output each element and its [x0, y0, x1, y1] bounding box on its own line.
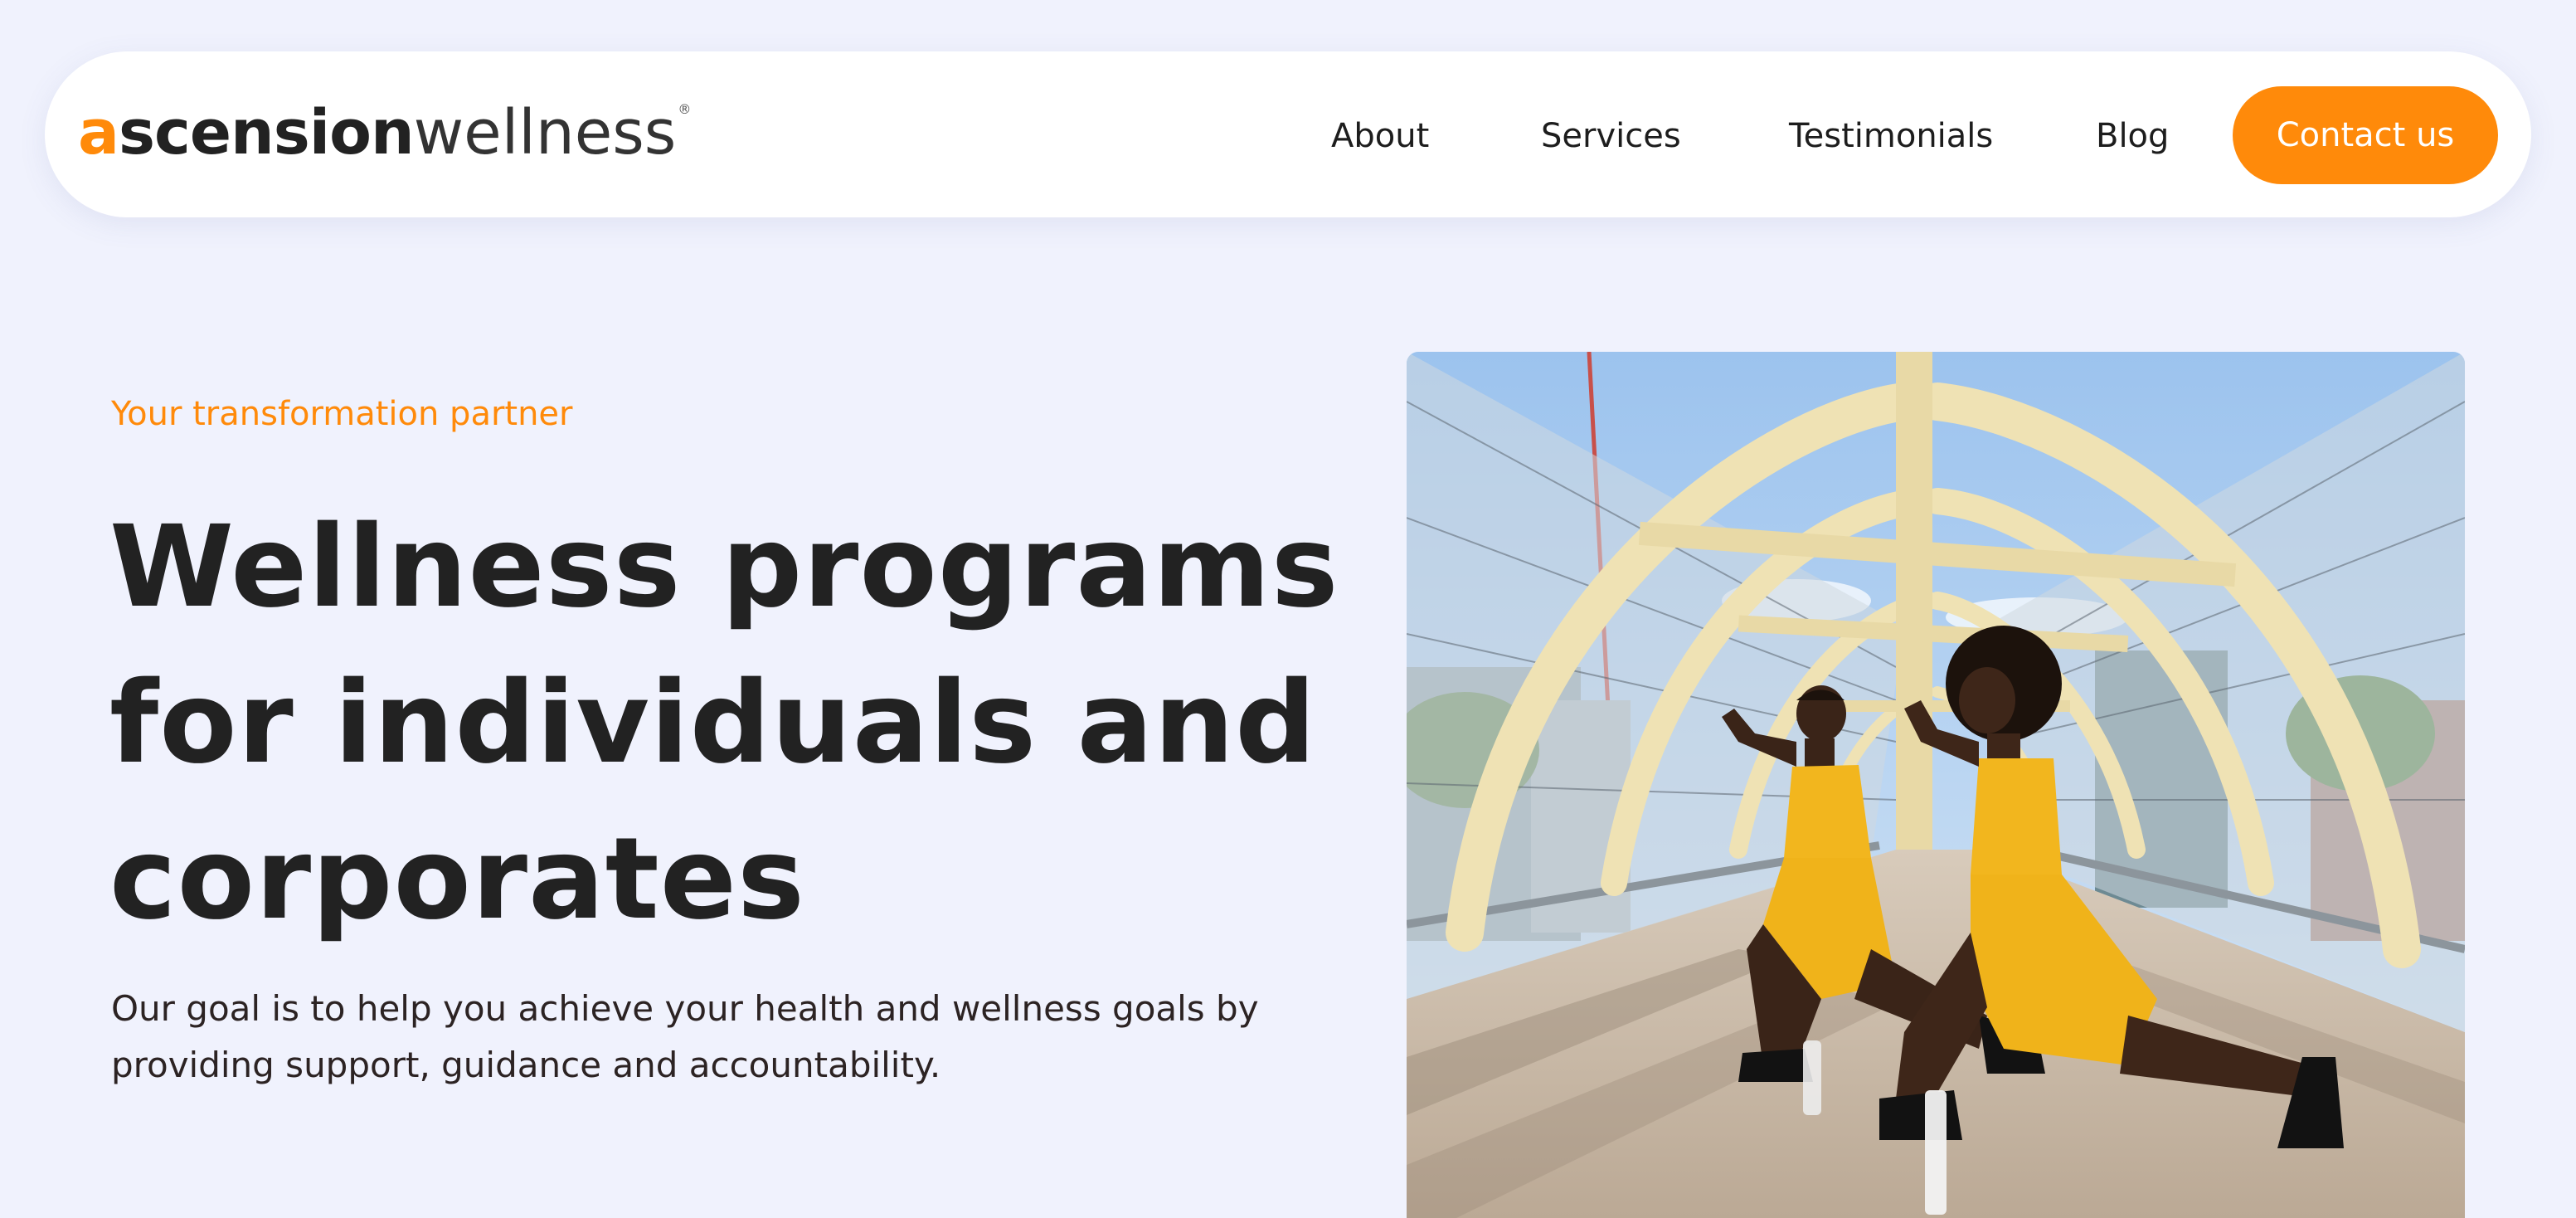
- logo-registered-mark: ®: [678, 101, 691, 117]
- brand-logo[interactable]: a scension wellness ®: [78, 97, 691, 168]
- hero-title-line: corporates: [109, 814, 805, 945]
- hero-description-line: providing support, guidance and accounta…: [111, 1045, 941, 1085]
- hero-photo: [1407, 352, 2465, 1218]
- hero-title: Wellness programs for individuals and co…: [109, 490, 1339, 957]
- bridge-spine: [1896, 352, 1932, 850]
- contact-us-button[interactable]: Contact us: [2233, 86, 2498, 184]
- logo-bold-text: scension: [118, 97, 415, 168]
- water-bottle: [1925, 1090, 1947, 1215]
- hero-description: Our goal is to help you achieve your hea…: [111, 981, 1355, 1094]
- nav-link-testimonials[interactable]: Testimonials: [1789, 108, 1993, 164]
- hero-title-line: for individuals and: [109, 658, 1317, 789]
- logo-light-text: wellness: [413, 97, 677, 168]
- logo-first-letter: a: [78, 97, 119, 168]
- nav-link-about[interactable]: About: [1331, 108, 1429, 164]
- water-bottle: [1803, 1040, 1821, 1115]
- nav-link-blog[interactable]: Blog: [2096, 108, 2169, 164]
- hero-description-line: Our goal is to help you achieve your hea…: [111, 988, 1259, 1029]
- nav-link-services[interactable]: Services: [1541, 108, 1681, 164]
- hero-eyebrow: Your transformation partner: [111, 395, 573, 433]
- hero-title-line: Wellness programs: [109, 502, 1339, 633]
